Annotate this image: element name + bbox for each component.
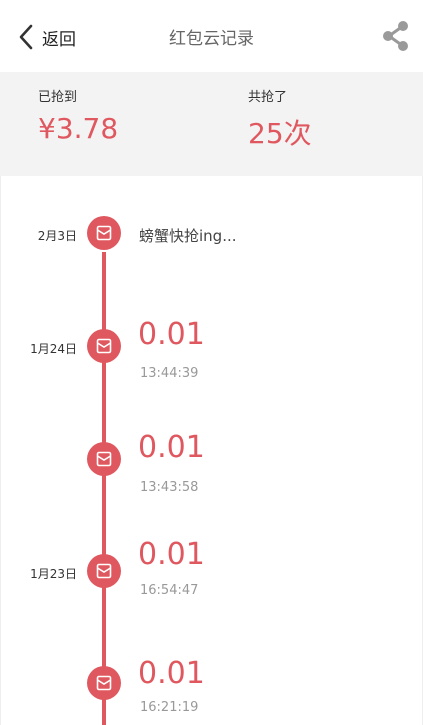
navbar: 返回 红包云记录 xyxy=(0,0,423,72)
count-value: 25次 xyxy=(248,117,312,150)
entry-pending-text: 螃蟹快抢ing... xyxy=(139,227,237,245)
entry-amount: 0.01 xyxy=(138,317,205,352)
entry-date: 1月24日 xyxy=(30,342,77,356)
entry-time: 13:44:39 xyxy=(140,366,199,381)
timeline-entry[interactable]: 0.01 13:43:58 xyxy=(1,430,423,522)
entry-amount: 0.01 xyxy=(138,656,205,691)
red-packet-icon xyxy=(87,442,121,476)
entry-amount: 0.01 xyxy=(138,430,205,465)
timeline-entry[interactable]: 1月23日 0.01 16:54:47 xyxy=(1,537,423,634)
entry-time: 13:43:58 xyxy=(140,480,199,495)
grabbed-label: 已抢到 xyxy=(38,90,78,105)
grabbed-value: ¥3.78 xyxy=(38,112,119,145)
entry-date: 1月23日 xyxy=(30,567,77,581)
red-packet-icon xyxy=(87,554,121,588)
page-title: 红包云记录 xyxy=(169,29,254,49)
entry-time: 16:21:19 xyxy=(140,700,199,715)
summary-panel: 已抢到 ¥3.78 共抢了 25次 xyxy=(0,72,423,176)
red-packet-icon xyxy=(87,329,121,363)
entry-date: 2月3日 xyxy=(37,229,77,243)
entry-time: 16:54:47 xyxy=(140,583,199,598)
entry-amount: 0.01 xyxy=(138,537,205,572)
count-label: 共抢了 xyxy=(248,90,288,105)
red-packet-icon xyxy=(87,216,121,250)
timeline-entry[interactable]: 1月24日 0.01 13:44:39 xyxy=(1,317,423,409)
timeline-entry[interactable]: 2月3日 螃蟹快抢ing... xyxy=(1,216,423,296)
red-packet-icon xyxy=(87,666,121,700)
timeline: 2月3日 螃蟹快抢ing... 1月24日 0.01 13:44:39 0.01… xyxy=(0,176,423,725)
share-icon[interactable] xyxy=(381,20,411,52)
timeline-entry[interactable]: 0.01 16:21:19 xyxy=(1,656,423,725)
